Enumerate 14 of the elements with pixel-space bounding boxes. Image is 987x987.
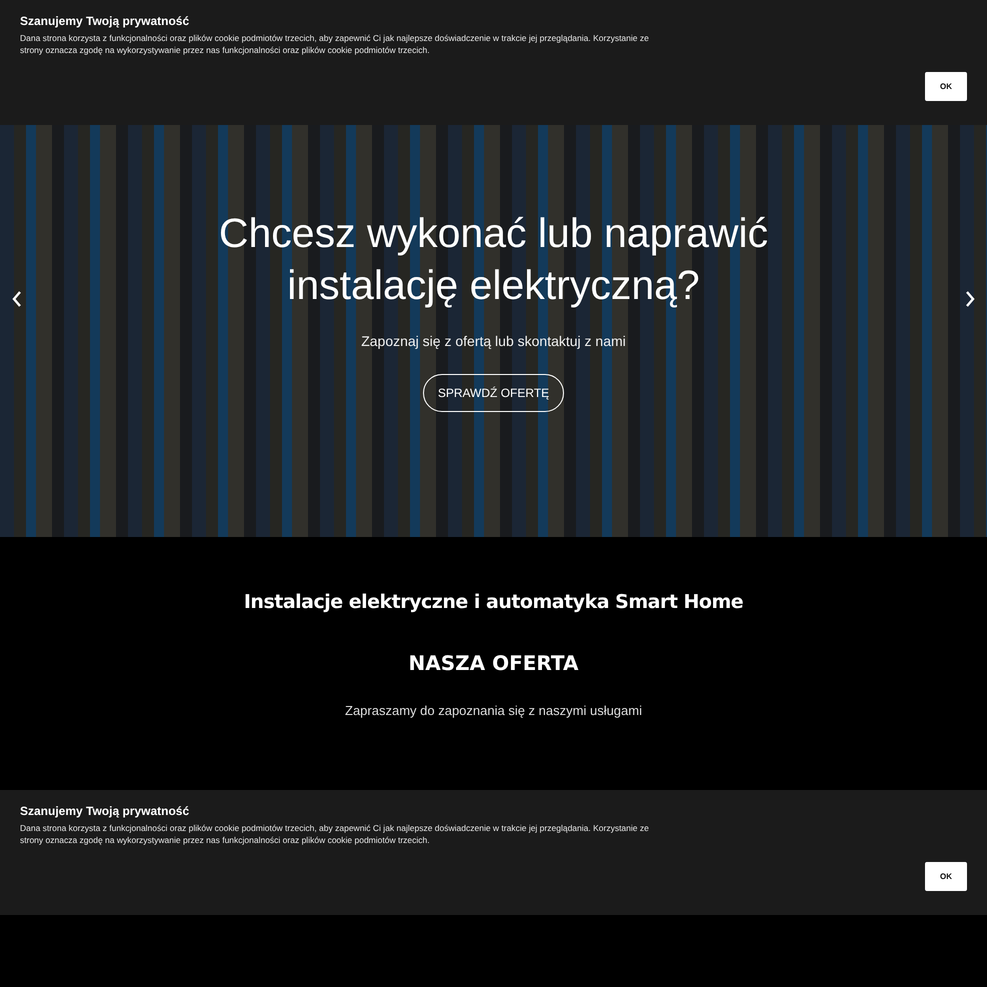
ok-button[interactable]: OK: [925, 862, 967, 891]
chevron-left-icon[interactable]: [11, 290, 23, 308]
section-tagline: Instalacje elektryczne i automatyka Smart Home: [244, 591, 744, 613]
ok-button[interactable]: OK: [925, 72, 967, 101]
chevron-right-icon[interactable]: [964, 290, 976, 308]
cookie-title: Szanujemy Twoją prywatność: [20, 804, 190, 818]
hero-subtitle: Zapoznaj się z ofertą lub skontaktuj z nami: [361, 333, 626, 349]
check-offer-button[interactable]: SPRAWDŹ OFERTĘ: [423, 374, 564, 412]
cookie-title: Szanujemy Twoją prywatność: [20, 14, 190, 28]
cookie-text: Dana strona korzysta z funkcjonalności oraz plików cookie podmiotów trzecich, aby zapewnić Ci jak najlepsze doświadczenie w trakcie jej przeglądania. Korzystanie ze strony oznacza zgodę na wykorzystywanie przez nas funkcjonalności oraz plików cookie podmiotów trzecich.: [20, 822, 650, 846]
section-subtitle: Zapraszamy do zapoznania się z naszymi usługami: [345, 703, 642, 718]
cookie-text: Dana strona korzysta z funkcjonalności oraz plików cookie podmiotów trzecich, aby zapewnić Ci jak najlepsze doświadczenie w trakcie jej przeglądania. Korzystanie ze strony oznacza zgodę na wykorzystywanie przez nas funkcjonalności oraz plików cookie podmiotów trzecich.: [20, 32, 650, 56]
hero-heading: Chcesz wykonać lub naprawić instalację elektryczną?: [218, 209, 770, 310]
section-title: NASZA OFERTA: [408, 651, 578, 675]
